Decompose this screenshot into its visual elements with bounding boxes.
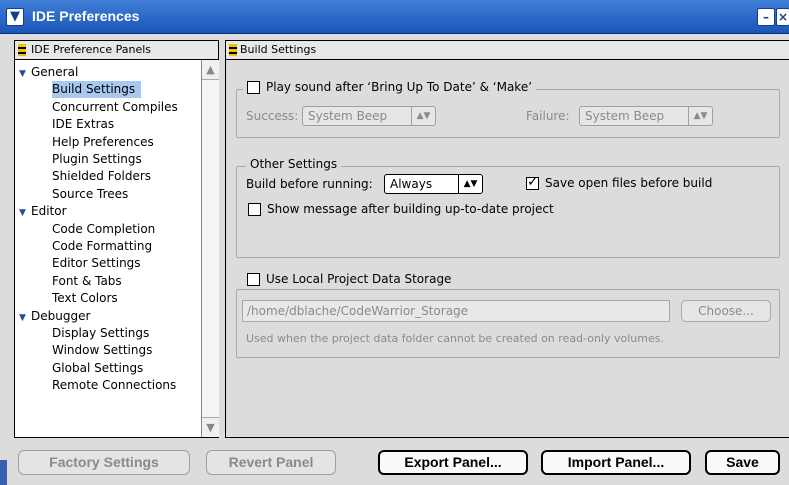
success-sound-popup[interactable]: System Beep ▲▼ bbox=[302, 106, 436, 126]
tree-item-label: Display Settings bbox=[52, 326, 150, 340]
tree-item-label: Editor bbox=[31, 204, 67, 219]
show-message-label: Show message after building up-to-date p… bbox=[267, 202, 554, 216]
left-edge-strip bbox=[0, 460, 7, 485]
scroll-up-icon[interactable]: ▲ bbox=[202, 60, 219, 80]
tree-item-label: Debugger bbox=[31, 308, 91, 323]
title-bar: ▼ IDE Preferences – × bbox=[0, 0, 789, 34]
preference-panels-tree: ▼ General Build Settings Concurrent Compile… bbox=[14, 60, 219, 438]
scroll-down-icon[interactable]: ▼ bbox=[202, 417, 219, 437]
tree-group[interactable]: ▼ Debugger bbox=[19, 308, 90, 325]
tree-scrollbar[interactable]: ▲ ▼ bbox=[201, 60, 219, 437]
save-open-files-label: Save open files before build bbox=[545, 176, 713, 190]
tree-item[interactable]: Text Colors bbox=[52, 290, 118, 307]
success-label: Success: bbox=[246, 109, 299, 123]
tree-item-label: Text Colors bbox=[52, 291, 118, 306]
tree-item-label: Plugin Settings bbox=[52, 152, 142, 166]
play-sound-title[interactable]: Play sound after ‘Bring Up To Date’ & ‘M… bbox=[243, 80, 537, 94]
right-panel-header: Build Settings bbox=[225, 40, 789, 60]
save-button[interactable]: Save bbox=[705, 450, 780, 475]
tree-item-label: General bbox=[31, 65, 79, 79]
tree-item[interactable]: Plugin Settings bbox=[52, 151, 142, 168]
show-message-checkbox[interactable] bbox=[248, 203, 261, 216]
tree-item-label: Remote Connections bbox=[52, 378, 177, 393]
disclosure-triangle-icon[interactable]: ▼ bbox=[19, 66, 31, 83]
play-sound-label: Play sound after ‘Bring Up To Date’ & ‘M… bbox=[266, 80, 533, 94]
failure-label: Failure: bbox=[526, 109, 570, 123]
failure-sound-popup[interactable]: System Beep ▲▼ bbox=[579, 106, 713, 126]
save-open-files-option[interactable]: Save open files before build bbox=[526, 174, 713, 190]
other-settings-title: Other Settings bbox=[246, 157, 342, 171]
window-menu-icon[interactable]: ▼ bbox=[6, 8, 24, 26]
tree-item[interactable]: Build Settings bbox=[52, 81, 142, 99]
tree-group[interactable]: ▼ Editor bbox=[19, 203, 67, 220]
tree-item-label: Source Trees bbox=[52, 186, 129, 201]
tree-item[interactable]: Concurrent Compiles bbox=[52, 99, 178, 116]
tree-item[interactable]: IDE Extras bbox=[52, 116, 114, 133]
tree-list: ▼ General Build Settings Concurrent Compile… bbox=[15, 60, 201, 437]
tree-item[interactable]: Shielded Folders bbox=[52, 168, 151, 185]
local-storage-checkbox[interactable] bbox=[247, 273, 260, 286]
tree-item-label: Concurrent Compiles bbox=[52, 99, 178, 114]
export-panel-button[interactable]: Export Panel... bbox=[378, 450, 528, 475]
build-before-running-label: Build before running: bbox=[246, 177, 373, 191]
minimize-button[interactable]: – bbox=[757, 8, 775, 26]
tree-item-label: Font & Tabs bbox=[52, 273, 122, 288]
revert-panel-button[interactable]: Revert Panel bbox=[206, 450, 336, 475]
tree-item-label: IDE Extras bbox=[52, 117, 115, 132]
tree-item[interactable]: Remote Connections bbox=[52, 377, 176, 394]
build-settings-panel: Play sound after ‘Bring Up To Date’ & ‘M… bbox=[225, 60, 789, 438]
right-panel-header-label: Build Settings bbox=[240, 43, 317, 56]
tree-item[interactable]: Code Completion bbox=[52, 221, 155, 238]
save-open-files-checkbox[interactable] bbox=[526, 174, 539, 190]
local-storage-label: Use Local Project Data Storage bbox=[266, 272, 452, 286]
left-panel-header-label: IDE Preference Panels bbox=[31, 43, 152, 56]
popup-arrows-icon: ▲▼ bbox=[458, 175, 482, 193]
tree-item[interactable]: Editor Settings bbox=[52, 255, 141, 272]
play-sound-checkbox[interactable] bbox=[247, 81, 260, 94]
popup-arrows-icon: ▲▼ bbox=[688, 107, 712, 125]
storage-note: Used when the project data folder cannot… bbox=[246, 332, 664, 345]
close-button[interactable]: × bbox=[776, 8, 789, 26]
tree-item-label: Code Completion bbox=[52, 221, 156, 236]
tree-item[interactable]: Display Settings bbox=[52, 325, 149, 342]
tree-item-label: Global Settings bbox=[52, 360, 144, 375]
local-storage-title[interactable]: Use Local Project Data Storage bbox=[243, 272, 456, 286]
tree-item[interactable]: Code Formatting bbox=[52, 238, 152, 255]
storage-path-field[interactable]: /home/dblache/CodeWarrior_Storage bbox=[242, 300, 670, 322]
left-panel-header: IDE Preference Panels bbox=[14, 40, 219, 60]
tree-item[interactable]: Window Settings bbox=[52, 342, 152, 359]
failure-sound-value: System Beep bbox=[585, 109, 665, 123]
tree-item[interactable]: Source Trees bbox=[52, 186, 128, 203]
build-before-running-value: Always bbox=[390, 177, 433, 191]
tree-item[interactable]: Global Settings bbox=[52, 360, 143, 377]
tree-item-label: Help Preferences bbox=[52, 134, 154, 149]
import-panel-button[interactable]: Import Panel... bbox=[541, 450, 691, 475]
tree-item-label: Editor Settings bbox=[52, 256, 141, 271]
tree-item-label: Window Settings bbox=[52, 343, 153, 358]
tree-item-label: Shielded Folders bbox=[52, 169, 152, 184]
factory-settings-button[interactable]: Factory Settings bbox=[18, 450, 190, 475]
panel-header-icon bbox=[229, 44, 237, 56]
tree-item-label: Code Formatting bbox=[52, 239, 153, 253]
success-sound-value: System Beep bbox=[308, 109, 388, 123]
window-title: IDE Preferences bbox=[32, 8, 140, 24]
tree-item-label: Build Settings bbox=[52, 82, 136, 97]
disclosure-triangle-icon[interactable]: ▼ bbox=[19, 310, 31, 327]
popup-arrows-icon: ▲▼ bbox=[411, 107, 435, 125]
tree-item[interactable]: Help Preferences bbox=[52, 134, 154, 151]
choose-button[interactable]: Choose... bbox=[681, 300, 771, 322]
build-before-running-popup[interactable]: Always ▲▼ bbox=[384, 174, 483, 194]
show-message-option[interactable]: Show message after building up-to-date p… bbox=[248, 202, 554, 216]
disclosure-triangle-icon[interactable]: ▼ bbox=[19, 205, 31, 222]
tree-item[interactable]: Font & Tabs bbox=[52, 273, 122, 290]
tree-group[interactable]: ▼ General bbox=[19, 64, 78, 81]
panel-header-icon bbox=[18, 44, 26, 56]
